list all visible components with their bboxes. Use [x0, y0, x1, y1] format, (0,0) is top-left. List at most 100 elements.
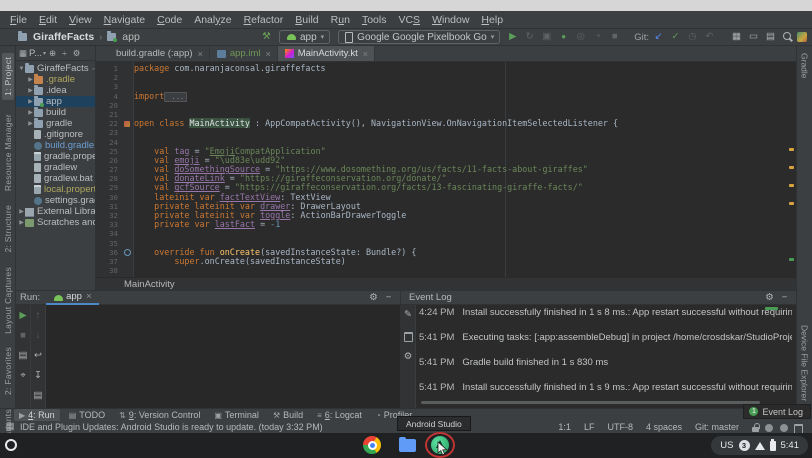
ok-stripe-mark[interactable] — [789, 258, 794, 261]
tree-arrow-icon[interactable] — [27, 109, 34, 116]
files-app-icon[interactable] — [399, 436, 417, 454]
line-number[interactable]: 22 — [96, 119, 122, 128]
line-number[interactable]: 34 — [96, 229, 122, 238]
line-number[interactable]: 20 — [96, 101, 122, 110]
tree-item-gradlew[interactable]: gradlew — [16, 162, 95, 173]
tree-item-scratches-and-consoles[interactable]: Scratches and Consoles — [16, 217, 95, 228]
tree-item-app[interactable]: app — [16, 96, 95, 107]
line-number[interactable]: 33 — [96, 220, 122, 229]
menu-refactor[interactable]: Refactor — [238, 14, 290, 26]
run-console[interactable] — [46, 305, 400, 408]
code-line[interactable]: 3 — [96, 82, 796, 91]
code-line[interactable]: 38 — [96, 266, 796, 275]
mark-all-read-icon[interactable] — [401, 308, 416, 322]
menu-edit[interactable]: Edit — [33, 14, 63, 26]
menu-view[interactable]: View — [63, 14, 98, 26]
event-log-settings-icon[interactable] — [762, 291, 777, 305]
sdk-manager-icon[interactable] — [763, 30, 778, 44]
toolwindow-terminal[interactable]: ▣Terminal — [209, 409, 264, 421]
tree-item--gitignore[interactable]: .gitignore — [16, 129, 95, 140]
project-view-selector[interactable]: P... — [29, 48, 42, 59]
vcs-history-icon[interactable] — [685, 30, 700, 44]
event-log-status-button[interactable]: 1 Event Log — [743, 404, 811, 419]
event-log-entry[interactable]: 5:41 PMGradle build finished in 1 s 830 … — [419, 357, 792, 382]
line-number[interactable]: 26 — [96, 156, 122, 165]
tree-item-build[interactable]: build — [16, 107, 95, 118]
tool-strip-layout-captures[interactable]: Layout Captures — [3, 267, 13, 334]
menu-vcs[interactable]: VCS — [392, 14, 426, 26]
tool-strip-resource-manager[interactable]: Resource Manager — [3, 114, 13, 191]
launcher-button[interactable] — [5, 439, 17, 451]
tree-arrow-icon[interactable] — [27, 120, 34, 127]
line-number[interactable]: 24 — [96, 138, 122, 147]
tree-item-external-libraries[interactable]: External Libraries — [16, 206, 95, 217]
line-number[interactable]: 32 — [96, 211, 122, 220]
notifications-icon[interactable] — [791, 421, 806, 433]
editor-tab-app-iml[interactable]: app.iml× — [210, 46, 278, 61]
line-number[interactable]: 21 — [96, 110, 122, 119]
tree-arrow-icon[interactable] — [27, 76, 34, 83]
line-number[interactable]: 23 — [96, 128, 122, 137]
code-line[interactable]: 4import ... — [96, 92, 796, 101]
tree-arrow-icon[interactable] — [27, 98, 34, 105]
debug-button[interactable] — [556, 30, 571, 44]
tree-arrow-icon[interactable] — [18, 66, 25, 72]
log-settings-icon[interactable] — [401, 350, 416, 364]
editor-tab-build-gradle-app-[interactable]: build.gradle (:app)× — [96, 46, 210, 61]
vcs-update-icon[interactable] — [651, 30, 666, 44]
code-editor[interactable]: 1package com.naranjaconsal.giraffefacts2… — [96, 62, 796, 277]
avd-manager-icon[interactable] — [746, 30, 761, 44]
tree-arrow-icon[interactable] — [18, 208, 25, 215]
tree-item-local-properties[interactable]: local.properties — [16, 184, 95, 195]
line-number[interactable]: 28 — [96, 174, 122, 183]
line-number[interactable]: 3 — [96, 82, 122, 91]
close-icon[interactable] — [85, 290, 93, 304]
tool-strip-2-structure[interactable]: 2: Structure — [3, 205, 13, 253]
stop-button[interactable] — [607, 30, 622, 44]
tree-item-settings-gradle[interactable]: settings.gradle — [16, 195, 95, 206]
status-message[interactable]: IDE and Plugin Updates: Android Studio i… — [20, 422, 323, 432]
code-line[interactable]: 1package com.naranjaconsal.giraffefacts — [96, 64, 796, 73]
readonly-lock-icon[interactable] — [749, 421, 761, 433]
search-everywhere-icon[interactable] — [780, 30, 794, 44]
menu-navigate[interactable]: Navigate — [98, 14, 151, 26]
line-number[interactable]: 25 — [96, 147, 122, 156]
tree-item-gradlew-bat[interactable]: gradlew.bat — [16, 173, 95, 184]
line-number[interactable]: 4 — [96, 92, 122, 101]
tree-item--idea[interactable]: .idea — [16, 85, 95, 96]
tree-item-giraffefacts[interactable]: GiraffeFacts~/S — [16, 63, 95, 74]
hide-panel-icon[interactable] — [777, 291, 792, 305]
print-icon[interactable] — [31, 389, 46, 403]
down-stack-trace-icon[interactable] — [31, 329, 46, 343]
code-line[interactable]: 2 — [96, 73, 796, 82]
system-tray[interactable]: US 3 5:41 — [711, 436, 808, 455]
git-branch[interactable]: Git: master — [695, 422, 739, 432]
run-panel-settings-icon[interactable] — [366, 291, 381, 305]
code-line[interactable]: 34 — [96, 229, 796, 238]
editor-breadcrumb[interactable]: MainActivity — [124, 279, 175, 290]
toolwindow-6-logcat[interactable]: ≡6: Logcat — [312, 409, 367, 421]
line-number[interactable]: 1 — [96, 64, 122, 73]
close-icon[interactable]: × — [363, 49, 368, 59]
code-line[interactable]: 20 — [96, 101, 796, 110]
collapse-all-icon[interactable] — [59, 46, 70, 60]
device-file-explorer-tool-button[interactable]: Device File Explorer — [800, 325, 810, 401]
code-line[interactable]: 33 private var lastFact = -1 — [96, 220, 796, 229]
pin-tab-icon[interactable] — [16, 369, 31, 383]
menu-code[interactable]: Code — [151, 14, 188, 26]
chrome-app-icon[interactable] — [363, 436, 381, 454]
highlight-level-icon[interactable] — [776, 421, 791, 433]
line-number[interactable]: 36 — [96, 248, 122, 257]
caret-position[interactable]: 1:1 — [558, 422, 571, 432]
line-number[interactable]: 30 — [96, 193, 122, 202]
warning-stripe-mark[interactable] — [789, 148, 794, 151]
apply-changes-icon[interactable] — [522, 30, 537, 44]
run-button[interactable] — [505, 30, 520, 44]
menu-tools[interactable]: Tools — [356, 14, 393, 26]
toolwindow-build[interactable]: ⚒Build — [268, 409, 308, 421]
scroll-to-end-icon[interactable] — [31, 369, 46, 383]
warning-stripe-mark[interactable] — [789, 184, 794, 187]
menu-file[interactable]: File — [4, 14, 33, 26]
code-line[interactable]: 23 — [96, 128, 796, 137]
apply-code-changes-icon[interactable] — [539, 30, 554, 44]
